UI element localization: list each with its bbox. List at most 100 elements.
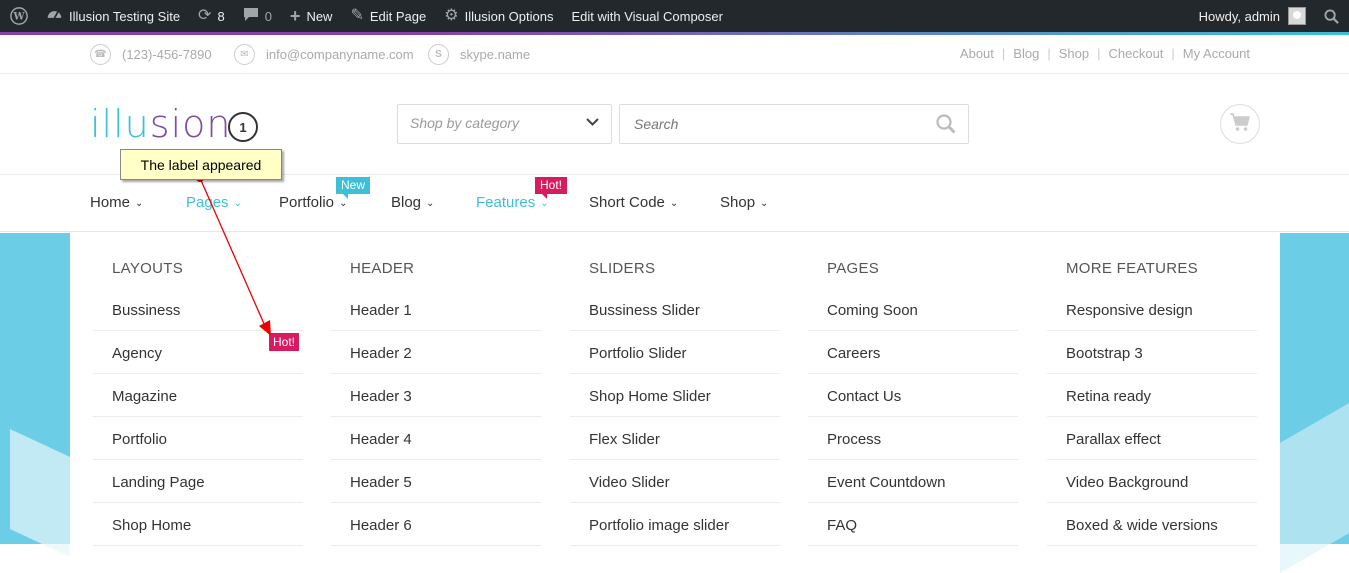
nav-item-label: Short Code: [589, 194, 665, 211]
nav-item-home[interactable]: Home ⌄: [90, 194, 143, 211]
menu-item[interactable]: Magazine: [93, 374, 303, 417]
menu-item[interactable]: Video Background: [1047, 460, 1257, 503]
nav-item-label: Pages: [186, 194, 229, 211]
menu-item[interactable]: Careers: [808, 331, 1018, 374]
visual-composer-link[interactable]: Edit with Visual Composer: [562, 0, 732, 32]
plus-icon: +: [289, 6, 301, 26]
phone-icon: ☎: [90, 44, 111, 65]
chevron-down-icon: ⌄: [233, 198, 242, 209]
hot-badge: Hot!: [535, 177, 568, 199]
logo-part-2: sion: [149, 102, 232, 146]
top-link-checkout[interactable]: Checkout: [1108, 46, 1163, 61]
phone-contact: ☎ (123)-456-7890: [90, 44, 212, 65]
nav-item-pages[interactable]: Pages ⌄: [186, 194, 242, 211]
envelope-icon: ✉: [234, 44, 255, 65]
howdy-text: Howdy, admin: [1198, 8, 1280, 24]
admin-bar: W Illusion Testing Site ⟳ 8 0 + New ✎ Ed…: [0, 0, 1349, 32]
new-label: New: [306, 8, 333, 24]
top-link-shop[interactable]: Shop: [1059, 46, 1089, 61]
menu-item[interactable]: Responsive design: [1047, 288, 1257, 331]
menu-item[interactable]: Shop Home Slider: [570, 374, 780, 417]
visual-composer-label: Edit with Visual Composer: [571, 8, 723, 24]
decorative-shape: [10, 429, 70, 557]
site-logo[interactable]: illusion: [90, 102, 231, 146]
menu-item[interactable]: Header 5: [331, 460, 541, 503]
menu-item[interactable]: Parallax effect: [1047, 417, 1257, 460]
nav-item-features[interactable]: Features ⌄: [476, 194, 549, 211]
annotation-callout: The label appeared: [120, 149, 282, 180]
search-box: [619, 104, 969, 144]
menu-item[interactable]: Boxed & wide versions: [1047, 503, 1257, 546]
menu-item[interactable]: Shop Home: [93, 503, 303, 546]
menu-item[interactable]: Landing Page: [93, 460, 303, 503]
menu-item[interactable]: Bootstrap 3: [1047, 331, 1257, 374]
new-content-link[interactable]: + New: [281, 0, 342, 32]
options-label: Illusion Options: [464, 8, 554, 24]
nav-item-label: Shop: [720, 194, 756, 211]
menu-item[interactable]: Flex Slider: [570, 417, 780, 460]
menu-item[interactable]: Retina ready: [1047, 374, 1257, 417]
refresh-icon: ⟳: [198, 7, 212, 24]
menu-item[interactable]: Header 1: [331, 288, 541, 331]
menu-item[interactable]: FAQ: [808, 503, 1018, 546]
column-heading: HEADER: [350, 260, 415, 277]
nav-item-label: Portfolio: [279, 194, 335, 211]
comments-link[interactable]: 0: [234, 0, 281, 32]
email-contact[interactable]: ✉ info@companyname.com: [234, 44, 414, 65]
svg-text:W: W: [12, 12, 25, 23]
nav-item-shop[interactable]: Shop ⌄: [720, 194, 768, 211]
skype-icon: S: [428, 44, 449, 65]
menu-item[interactable]: Event Countdown: [808, 460, 1018, 503]
skype-contact[interactable]: S skype.name: [428, 44, 530, 65]
category-select[interactable]: Shop by category: [397, 104, 612, 144]
menu-item[interactable]: Portfolio image slider: [570, 503, 780, 546]
menu-item[interactable]: Header 2: [331, 331, 541, 374]
column-heading: PAGES: [827, 260, 880, 277]
top-contact-bar: ☎ (123)-456-7890 ✉ info@companyname.com …: [0, 35, 1349, 74]
menu-item[interactable]: Bussiness: [93, 288, 303, 331]
logo-part-1: illu: [90, 102, 150, 146]
chevron-down-icon: ⌄: [426, 198, 435, 209]
menu-item[interactable]: Header 6: [331, 503, 541, 546]
site-name-link[interactable]: Illusion Testing Site: [37, 0, 189, 32]
top-links: About | Blog | Shop | Checkout | My Account: [959, 46, 1250, 61]
menu-item[interactable]: Coming Soon: [808, 288, 1018, 331]
menu-item[interactable]: Video Slider: [570, 460, 780, 503]
top-link-my-account[interactable]: My Account: [1183, 46, 1250, 61]
menu-item[interactable]: Portfolio Slider: [570, 331, 780, 374]
top-link-blog[interactable]: Blog: [1013, 46, 1039, 61]
nav-item-portfolio[interactable]: Portfolio ⌄: [279, 194, 347, 211]
theme-options-link[interactable]: ⚙ Illusion Options: [435, 0, 562, 32]
menu-item[interactable]: Process: [808, 417, 1018, 460]
top-link-about[interactable]: About: [960, 46, 994, 61]
skype-name: skype.name: [460, 47, 531, 62]
comments-count: 0: [264, 8, 272, 24]
nav-item-label: Home: [90, 194, 131, 211]
nav-item-label: Features: [476, 194, 536, 211]
edit-page-link[interactable]: ✎ Edit Page: [341, 0, 435, 32]
category-select-value: Shop by category: [410, 115, 519, 131]
email-address: info@companyname.com: [266, 47, 414, 62]
gear-icon: ⚙: [444, 7, 459, 24]
mega-menu-dropdown: LAYOUTS Bussiness Agency Magazine Portfo…: [70, 233, 1280, 546]
admin-search-icon[interactable]: [1315, 0, 1349, 32]
cart-button[interactable]: [1220, 104, 1260, 144]
my-account-link[interactable]: Howdy, admin: [1190, 0, 1315, 32]
updates-link[interactable]: ⟳ 8: [189, 0, 234, 32]
menu-item[interactable]: Contact Us: [808, 374, 1018, 417]
menu-item[interactable]: Header 3: [331, 374, 541, 417]
search-icon[interactable]: [936, 114, 956, 139]
menu-item[interactable]: Header 4: [331, 417, 541, 460]
cart-icon: [1229, 112, 1251, 137]
menu-item[interactable]: Bussiness Slider: [570, 288, 780, 331]
agency-hot-badge: Hot!: [269, 333, 300, 351]
wordpress-logo-icon[interactable]: W: [0, 0, 37, 32]
column-heading: SLIDERS: [589, 260, 656, 277]
chevron-down-icon: ⌄: [540, 198, 549, 209]
nav-item-blog[interactable]: Blog ⌄: [391, 194, 434, 211]
edit-page-label: Edit Page: [369, 8, 427, 24]
avatar: [1288, 7, 1306, 25]
nav-item-short-code[interactable]: Short Code ⌄: [589, 194, 678, 211]
search-input[interactable]: [620, 105, 910, 143]
menu-item[interactable]: Portfolio: [93, 417, 303, 460]
